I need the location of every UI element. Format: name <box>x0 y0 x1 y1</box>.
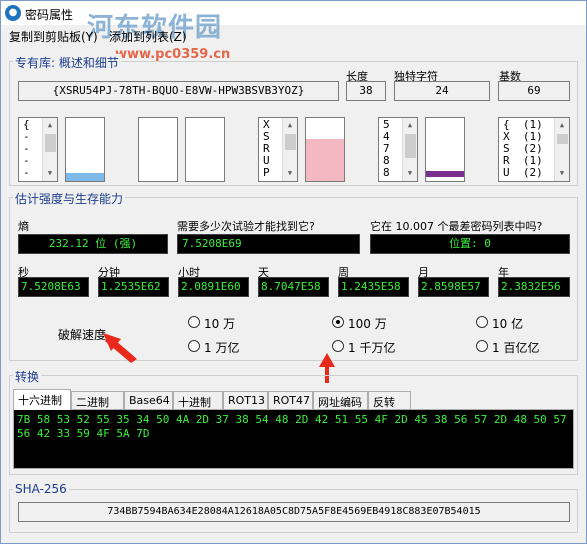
unique-chars-field: 24 <box>394 81 490 101</box>
base-field: 69 <box>498 81 570 101</box>
empty-list-b <box>185 117 225 182</box>
weeks-value: 1.2435E58 <box>338 277 409 297</box>
speed-radio-100k-label[interactable]: 10 万 <box>204 315 235 332</box>
tab-url-encode[interactable]: 网址编码 <box>313 391 368 409</box>
scrollbar[interactable]: ▲ ▼ <box>554 118 569 181</box>
char-list-symbols-items: { - - - - <box>23 118 30 179</box>
speed-radio-1b-label[interactable]: 10 亿 <box>492 315 523 332</box>
scrollbar[interactable]: ▲ ▼ <box>282 118 297 181</box>
worst-list-value: 位置: 0 <box>370 234 570 254</box>
tab-reverse[interactable]: 反转 <box>368 391 411 409</box>
sha-value-field[interactable]: 734BB7594BA634E28084A12618A05C8D75A5F8E4… <box>18 502 570 522</box>
char-list-digits-items: 5 4 7 8 8 <box>383 118 390 179</box>
tab-binary[interactable]: 二进制 <box>71 391 124 409</box>
char-list-letters-items: X S R U P <box>263 118 270 179</box>
tries-label: 需要多少次试验才能找到它? <box>177 220 315 233</box>
window-title: 密码属性 <box>25 8 74 22</box>
tab-rot47[interactable]: ROT47 <box>268 391 313 409</box>
speed-radio-10q-label[interactable]: 1 千万亿 <box>348 339 395 356</box>
hex-output[interactable]: 7B 58 53 52 55 35 34 50 4A 2D 37 38 54 4… <box>13 409 574 469</box>
sha-group-label: SHA-256 <box>13 482 69 496</box>
days-value: 8.7047E58 <box>258 277 329 297</box>
letters-bar-meter <box>305 117 345 182</box>
scrollbar[interactable]: ▲ ▼ <box>42 118 57 181</box>
menu-bar: 复制到剪贴板(Y) 添加到列表(Z) <box>1 25 586 45</box>
scroll-thumb[interactable] <box>557 134 568 144</box>
password-properties-window: ● 密码属性 河东软件园 www.pc0359.cn 复制到剪贴板(Y) 添加到… <box>0 0 587 544</box>
speed-radio-1t[interactable] <box>188 340 200 352</box>
details-tab-label: 概述和细节 <box>58 56 119 70</box>
scroll-down-icon[interactable]: ▼ <box>283 166 297 181</box>
scrollbar[interactable]: ▲ ▼ <box>402 118 417 181</box>
months-value: 2.8598E57 <box>418 277 489 297</box>
char-list-symbols[interactable]: { - - - - ▲ ▼ <box>18 117 58 182</box>
tab-hex[interactable]: 十六进制 <box>13 389 71 410</box>
tab-decimal[interactable]: 十进制 <box>173 391 223 409</box>
empty-list-a <box>138 117 178 182</box>
tries-value: 7.5208E69 <box>177 234 360 254</box>
hex-line-2: 56 42 33 59 4F 5A 7D <box>17 427 150 440</box>
scroll-down-icon[interactable]: ▼ <box>43 166 57 181</box>
menu-copy-clipboard[interactable]: 复制到剪贴板(Y) <box>9 28 98 45</box>
speed-radio-1b[interactable] <box>476 316 488 328</box>
entropy-value: 232.12 位 (强) <box>18 234 168 254</box>
tab-base64[interactable]: Base64 <box>124 391 173 409</box>
scroll-thumb[interactable] <box>285 134 296 150</box>
minutes-value: 1.2535E62 <box>98 277 169 297</box>
hex-line-1: 7B 58 53 52 55 35 34 50 4A 2D 37 38 54 4… <box>17 413 574 426</box>
digits-bar-meter <box>425 117 465 182</box>
speed-radio-1m-label[interactable]: 100 万 <box>348 315 387 332</box>
speed-radio-1m[interactable] <box>332 316 344 328</box>
strength-group-label: 估计强度与生存能力 <box>13 190 126 207</box>
scroll-thumb[interactable] <box>45 134 56 152</box>
symbols-bar-meter <box>65 117 105 182</box>
tab-rot13[interactable]: ROT13 <box>223 391 268 409</box>
scroll-down-icon[interactable]: ▼ <box>555 166 569 181</box>
entropy-label: 熵 <box>18 220 29 233</box>
years-value: 2.3832E56 <box>498 277 570 297</box>
char-list-digits[interactable]: 5 4 7 8 8 ▲ ▼ <box>378 117 418 182</box>
char-frequency-list[interactable]: { (1) X (1) S (2) R (1) U (2) ▲ ▼ <box>498 117 570 182</box>
app-icon: ● <box>5 5 21 21</box>
hours-value: 2.0891E60 <box>178 277 249 297</box>
scroll-down-icon[interactable]: ▼ <box>403 166 417 181</box>
watermark-url: www.pc0359.cn <box>115 47 231 62</box>
crack-speed-label: 破解速度 <box>58 328 107 342</box>
char-list-letters[interactable]: X S R U P ▲ ▼ <box>258 117 298 182</box>
menu-add-to-list[interactable]: 添加到列表(Z) <box>109 28 187 45</box>
convert-group-label: 转换 <box>13 368 42 385</box>
speed-radio-10qi-label[interactable]: 1 百亿亿 <box>492 339 539 356</box>
annotation-arrow-icon <box>103 333 137 363</box>
speed-radio-1t-label[interactable]: 1 万亿 <box>204 339 239 356</box>
summary-group-label: 专有库: 概述和细节 <box>13 54 121 71</box>
speed-radio-10qi[interactable] <box>476 340 488 352</box>
char-frequency-list-items: { (1) X (1) S (2) R (1) U (2) <box>503 118 543 179</box>
scroll-up-icon[interactable]: ▲ <box>283 118 297 133</box>
scroll-up-icon[interactable]: ▲ <box>43 118 57 133</box>
speed-radio-100k[interactable] <box>188 316 200 328</box>
seconds-value: 7.5208E63 <box>18 277 89 297</box>
scroll-thumb[interactable] <box>405 134 416 158</box>
worst-list-label: 它在 10.007 个最差密码列表中吗? <box>370 220 543 233</box>
scroll-up-icon[interactable]: ▲ <box>555 118 569 133</box>
scroll-up-icon[interactable]: ▲ <box>403 118 417 133</box>
length-field: 38 <box>346 81 386 101</box>
password-field[interactable]: {XSRU54PJ-78TH-BQUO-E8VW-HPW3BSVB3YOZ} <box>18 81 339 101</box>
